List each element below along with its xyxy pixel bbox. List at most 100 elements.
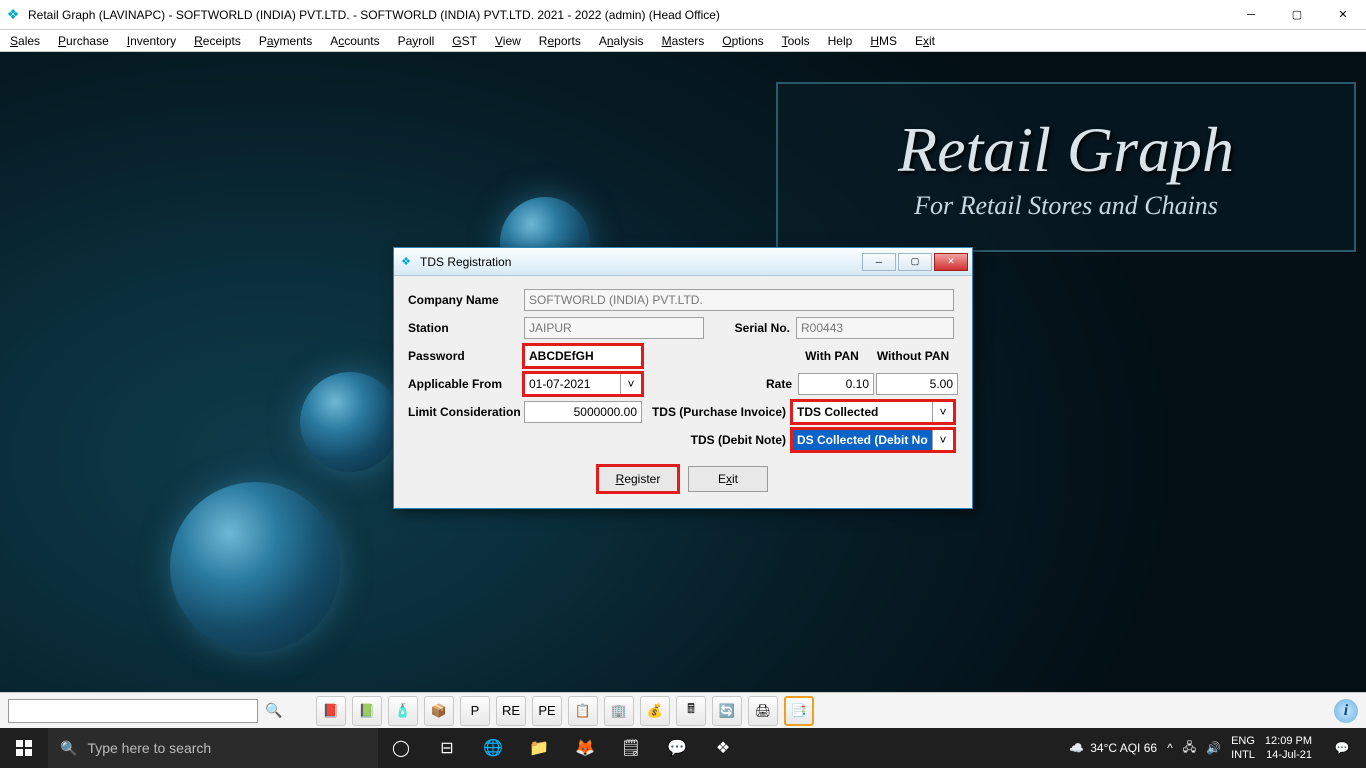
- info-icon[interactable]: i: [1334, 699, 1358, 723]
- tds-pi-dropdown[interactable]: ˅: [932, 401, 954, 423]
- menu-analysis[interactable]: Analysis: [599, 34, 644, 48]
- register-button[interactable]: Register: [598, 466, 678, 492]
- label-rate: Rate: [738, 377, 798, 391]
- taskbar-explorer-icon[interactable]: 📁: [516, 728, 562, 768]
- tray-volume-icon[interactable]: 🔊: [1206, 741, 1221, 755]
- label-serial: Serial No.: [704, 321, 796, 335]
- label-station: Station: [408, 321, 524, 335]
- weather-icon: ☁️: [1069, 741, 1084, 755]
- menu-receipts[interactable]: Receipts: [194, 34, 241, 48]
- weather-text: 34°C AQI 66: [1090, 741, 1157, 755]
- label-withpan: With PAN: [796, 349, 874, 363]
- menu-reports[interactable]: Reports: [539, 34, 581, 48]
- tray-weather[interactable]: ☁️ 34°C AQI 66: [1069, 741, 1157, 755]
- tray-chevron-icon[interactable]: ^: [1167, 741, 1173, 755]
- label-applicable: Applicable From: [408, 377, 524, 391]
- menu-gst[interactable]: GST: [452, 34, 477, 48]
- menu-hms[interactable]: HMS: [870, 34, 897, 48]
- menu-accounts[interactable]: Accounts: [330, 34, 379, 48]
- tray-clock[interactable]: 12:09 PM 14-Jul-21: [1265, 734, 1312, 762]
- taskbar-search[interactable]: 🔍 Type here to search: [48, 728, 378, 768]
- menu-inventory[interactable]: Inventory: [127, 34, 176, 48]
- label-password: Password: [408, 349, 524, 363]
- password-field[interactable]: [524, 345, 642, 367]
- menu-help[interactable]: Help: [828, 34, 853, 48]
- bg-sphere: [300, 372, 400, 472]
- tool-icon-11[interactable]: 🖩: [676, 696, 706, 726]
- tds-dn-dropdown[interactable]: ˅: [932, 429, 954, 451]
- taskbar-retailgraph-icon[interactable]: ❖: [700, 728, 746, 768]
- tray-network-icon[interactable]: 🖧: [1183, 738, 1196, 759]
- company-field: [524, 289, 954, 311]
- dialog-minimize-button[interactable]: ─: [862, 253, 896, 271]
- client-area: Retail Graph For Retail Stores and Chain…: [0, 52, 1366, 728]
- tool-icon-1[interactable]: 📕: [316, 696, 346, 726]
- bg-sphere: [170, 482, 340, 652]
- branding-title: Retail Graph: [898, 113, 1234, 187]
- menu-payroll[interactable]: Payroll: [398, 34, 435, 48]
- dialog-titlebar[interactable]: ❖ TDS Registration ─ ▢ ✕: [394, 248, 972, 276]
- dialog-maximize-button[interactable]: ▢: [898, 253, 932, 271]
- tool-icon-14[interactable]: 📑: [784, 696, 814, 726]
- taskbar-firefox-icon[interactable]: 🦊: [562, 728, 608, 768]
- rate-withoutpan-field[interactable]: [876, 373, 958, 395]
- label-limit: Limit Consideration: [408, 405, 524, 419]
- tray-language[interactable]: ENG INTL: [1231, 734, 1255, 762]
- tool-icon-2[interactable]: 📗: [352, 696, 382, 726]
- menu-bar: Sales Purchase Inventory Receipts Paymen…: [0, 30, 1366, 52]
- tool-icon-9[interactable]: 🏢: [604, 696, 634, 726]
- tds-registration-dialog: ❖ TDS Registration ─ ▢ ✕ Company Name St…: [393, 247, 973, 509]
- app-icon: ❖: [4, 6, 22, 24]
- station-field: [524, 317, 704, 339]
- taskbar-search-placeholder: Type here to search: [87, 740, 211, 756]
- search-icon: 🔍: [60, 740, 77, 757]
- maximize-button[interactable]: ▢: [1274, 0, 1320, 30]
- menu-view[interactable]: View: [495, 34, 521, 48]
- tool-icon-13[interactable]: 🖨: [748, 696, 778, 726]
- tool-icon-10[interactable]: 💰: [640, 696, 670, 726]
- close-button[interactable]: ✕: [1320, 0, 1366, 30]
- tds-dn-select[interactable]: [792, 429, 932, 451]
- app-search-input[interactable]: [8, 699, 258, 723]
- window-titlebar: ❖ Retail Graph (LAVINAPC) - SOFTWORLD (I…: [0, 0, 1366, 30]
- taskbar-sticky-icon[interactable]: 🗒: [608, 728, 654, 768]
- label-tds-pi: TDS (Purchase Invoice): [642, 405, 792, 419]
- menu-exit[interactable]: Exit: [915, 34, 935, 48]
- menu-sales[interactable]: Sales: [10, 34, 40, 48]
- menu-tools[interactable]: Tools: [782, 34, 810, 48]
- serial-field: [796, 317, 954, 339]
- tool-icon-4[interactable]: 📦: [424, 696, 454, 726]
- applicable-date-dropdown[interactable]: ˅: [620, 373, 642, 395]
- branding-panel: Retail Graph For Retail Stores and Chain…: [776, 82, 1356, 252]
- label-company: Company Name: [408, 293, 524, 307]
- taskbar-cortana-icon[interactable]: ⊟: [424, 728, 470, 768]
- app-status-bar: 🔍 📕 📗 🧴 📦 P RE PE 📋 🏢 💰 🖩 🔄 🖨 📑 i: [0, 692, 1366, 728]
- rate-withpan-field[interactable]: [798, 373, 874, 395]
- search-icon[interactable]: 🔍: [264, 701, 284, 721]
- task-view-icon[interactable]: ◯: [378, 728, 424, 768]
- menu-purchase[interactable]: Purchase: [58, 34, 109, 48]
- label-tds-dn: TDS (Debit Note): [642, 433, 792, 447]
- exit-button[interactable]: Exit: [688, 466, 768, 492]
- applicable-date-field[interactable]: [524, 373, 620, 395]
- menu-masters[interactable]: Masters: [662, 34, 705, 48]
- tool-icon-8[interactable]: 📋: [568, 696, 598, 726]
- menu-options[interactable]: Options: [722, 34, 763, 48]
- label-withoutpan: Without PAN: [874, 349, 958, 363]
- tool-icon-3[interactable]: 🧴: [388, 696, 418, 726]
- minimize-button[interactable]: ─: [1228, 0, 1274, 30]
- dialog-close-button[interactable]: ✕: [934, 253, 968, 271]
- taskbar-app-icon[interactable]: 💬: [654, 728, 700, 768]
- tool-icon-5[interactable]: P: [460, 696, 490, 726]
- tool-icon-7[interactable]: PE: [532, 696, 562, 726]
- window-title: Retail Graph (LAVINAPC) - SOFTWORLD (IND…: [28, 8, 1228, 22]
- tool-icon-12[interactable]: 🔄: [712, 696, 742, 726]
- tray-notifications-icon[interactable]: 💬: [1322, 728, 1362, 768]
- dialog-title: TDS Registration: [420, 255, 862, 269]
- taskbar-chrome-icon[interactable]: 🌐: [470, 728, 516, 768]
- start-button[interactable]: [0, 728, 48, 768]
- limit-field[interactable]: [524, 401, 642, 423]
- tool-icon-6[interactable]: RE: [496, 696, 526, 726]
- tds-pi-select[interactable]: [792, 401, 932, 423]
- menu-payments[interactable]: Payments: [259, 34, 312, 48]
